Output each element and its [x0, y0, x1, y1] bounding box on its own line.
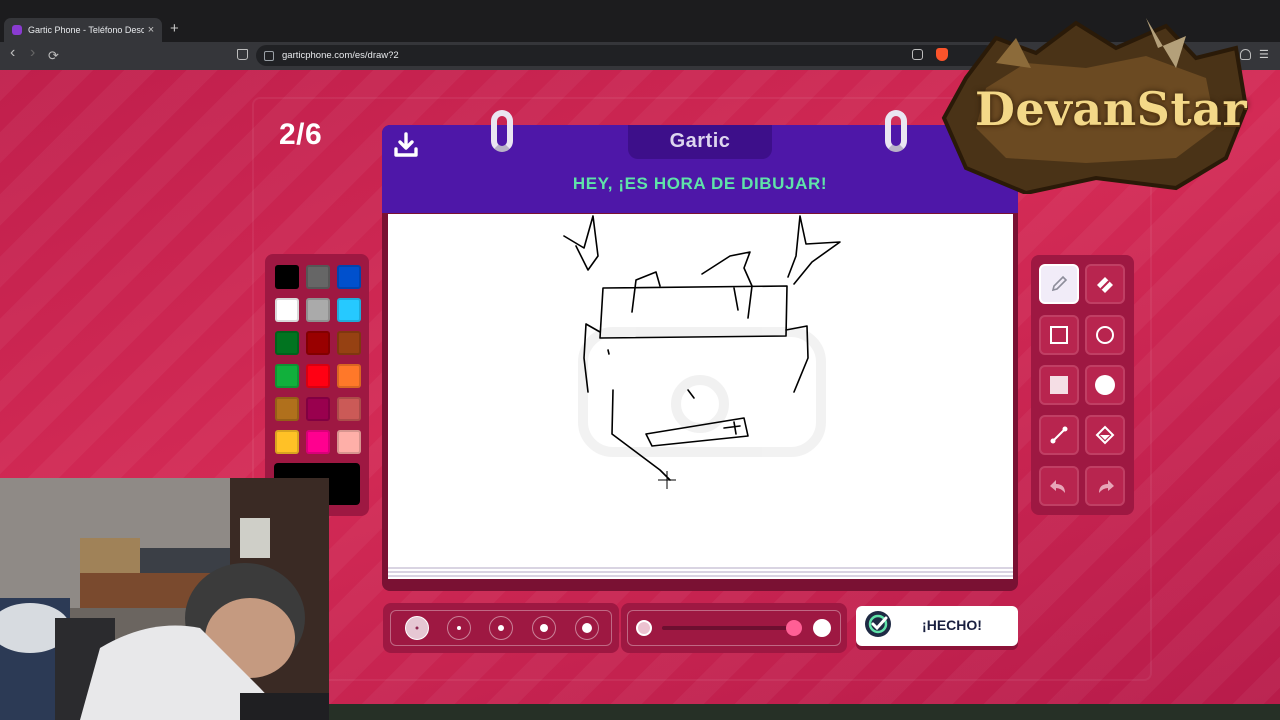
brush-dot-icon: [498, 625, 504, 631]
rectangle-outline-icon: [1050, 326, 1068, 344]
gartic-phone-watermark-icon: [578, 327, 826, 457]
color-swatch[interactable]: [306, 430, 330, 454]
line-icon: [1050, 426, 1068, 444]
ellipse-outline-icon: [1096, 326, 1114, 344]
rectangle-tool[interactable]: [1039, 315, 1079, 355]
brush-dot-icon: [415, 626, 419, 630]
ellipse-tool[interactable]: [1085, 315, 1125, 355]
gartic-favicon-icon: [12, 25, 22, 35]
filled-ellipse-icon: [1095, 375, 1115, 395]
brush-size-option[interactable]: [532, 616, 556, 640]
color-swatch[interactable]: [337, 265, 361, 289]
back-icon[interactable]: ‹: [10, 44, 15, 62]
new-tab-icon[interactable]: +: [170, 20, 179, 37]
undo-tool[interactable]: [1039, 466, 1079, 506]
color-swatch[interactable]: [306, 364, 330, 388]
pencil-icon: [1051, 275, 1068, 292]
round-counter: 2/6: [279, 118, 323, 151]
filled-rectangle-tool[interactable]: [1039, 365, 1079, 405]
color-swatch[interactable]: [306, 265, 330, 289]
filled-rectangle-icon: [1050, 376, 1068, 394]
color-swatch[interactable]: [306, 397, 330, 421]
color-swatch[interactable]: [275, 397, 299, 421]
reload-icon[interactable]: ⟳: [48, 48, 59, 64]
undo-icon: [1050, 480, 1065, 493]
gartic-logo: Gartic: [669, 130, 731, 152]
brush-size-option[interactable]: [575, 616, 599, 640]
tab-close-icon[interactable]: ×: [144, 24, 158, 36]
streamer-logo-text: DevanStar: [975, 82, 1248, 136]
opacity-max-indicator: [813, 619, 831, 637]
webcam-overlay: [0, 478, 329, 720]
eraser-icon: [1097, 277, 1113, 293]
color-swatch[interactable]: [306, 298, 330, 322]
opacity-min-indicator: [636, 620, 652, 636]
opacity-slider-track[interactable]: [662, 626, 796, 630]
filled-ellipse-tool[interactable]: [1085, 365, 1125, 405]
brush-size-option[interactable]: [447, 616, 471, 640]
opacity-slider-handle[interactable]: [786, 620, 802, 636]
redo-icon: [1099, 480, 1114, 493]
page-bottom-strip: [329, 704, 1280, 720]
draw-prompt-banner: HEY, ¡ES HORA DE DIBUJAR!: [572, 174, 828, 193]
download-drawing-icon[interactable]: [394, 132, 418, 158]
brush-dot-icon: [540, 624, 548, 632]
line-tool[interactable]: [1039, 415, 1079, 455]
color-swatch[interactable]: [337, 331, 361, 355]
crosshair-cursor-icon: [658, 471, 676, 489]
binder-ring-right: [885, 110, 907, 152]
color-swatch[interactable]: [306, 331, 330, 355]
paper-edge: [388, 567, 1013, 579]
forward-icon[interactable]: ›: [30, 44, 35, 62]
tab-title: Gartic Phone - Teléfono Descom: [28, 25, 144, 35]
color-swatch[interactable]: [275, 364, 299, 388]
share-icon[interactable]: [912, 49, 923, 60]
brush-size-option[interactable]: [405, 616, 429, 640]
menu-icon[interactable]: ☰: [1259, 48, 1270, 61]
color-swatch[interactable]: [275, 265, 299, 289]
redo-tool[interactable]: [1085, 466, 1125, 506]
binder-ring-left: [491, 110, 513, 152]
eraser-tool[interactable]: [1085, 264, 1125, 304]
color-swatch[interactable]: [275, 430, 299, 454]
site-info-icon[interactable]: [264, 51, 274, 61]
done-button-label[interactable]: ¡HECHO!: [892, 617, 1012, 633]
bookmark-icon[interactable]: [237, 49, 248, 60]
pencil-tool[interactable]: [1039, 264, 1079, 304]
checkmark-icon: [865, 611, 891, 637]
fill-bucket-icon: [1095, 425, 1115, 445]
browser-tab[interactable]: Gartic Phone - Teléfono Descom ×: [4, 18, 162, 42]
color-swatch[interactable]: [337, 397, 361, 421]
brush-size-option[interactable]: [489, 616, 513, 640]
brush-dot-icon: [582, 623, 592, 633]
fill-bucket-tool[interactable]: [1085, 415, 1125, 455]
color-swatch[interactable]: [337, 364, 361, 388]
drawing-strokes: [563, 215, 841, 489]
color-swatch[interactable]: [275, 298, 299, 322]
color-swatch[interactable]: [337, 430, 361, 454]
address-url[interactable]: garticphone.com/es/draw?2: [282, 50, 399, 61]
brush-dot-icon: [457, 626, 461, 630]
color-swatch[interactable]: [275, 331, 299, 355]
webcam-feed-image: [0, 478, 329, 720]
color-swatch[interactable]: [337, 298, 361, 322]
